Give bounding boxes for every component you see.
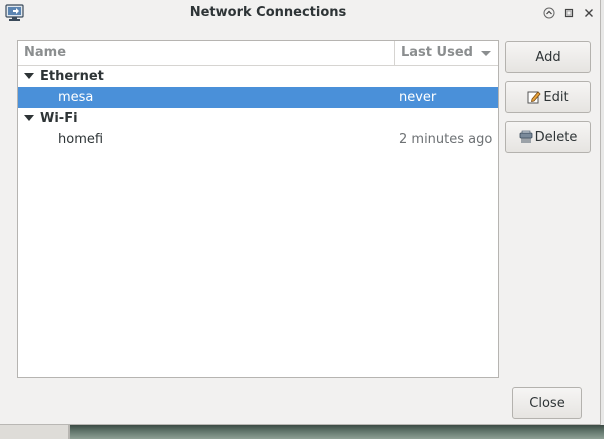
connection-row-mesa[interactable]: mesa never bbox=[18, 87, 498, 108]
close-button[interactable]: Close bbox=[512, 387, 582, 419]
edit-button-label: Edit bbox=[543, 89, 569, 105]
sort-descending-icon bbox=[481, 51, 491, 56]
connection-row-homefi[interactable]: homefi 2 minutes ago bbox=[18, 129, 498, 150]
add-button[interactable]: Add bbox=[505, 41, 591, 73]
column-header-name[interactable]: Name bbox=[18, 41, 395, 66]
expander-icon[interactable] bbox=[24, 73, 34, 79]
column-header-last-used[interactable]: Last Used bbox=[395, 41, 498, 66]
close-icon[interactable] bbox=[580, 4, 598, 22]
edit-button[interactable]: Edit bbox=[505, 81, 591, 113]
delete-button[interactable]: Delete bbox=[505, 121, 591, 153]
column-header-last-used-label: Last Used bbox=[401, 45, 473, 60]
expander-icon[interactable] bbox=[24, 115, 34, 121]
title-bar[interactable]: Network Connections bbox=[0, 0, 600, 27]
close-button-label: Close bbox=[529, 395, 565, 411]
connection-last-used: never bbox=[399, 90, 437, 105]
connections-tree[interactable]: Name Last Used Ethernet mesa never Wi-Fi… bbox=[17, 40, 499, 378]
group-label: Wi-Fi bbox=[40, 111, 78, 126]
group-label: Ethernet bbox=[40, 69, 104, 84]
delete-icon bbox=[519, 130, 533, 144]
connection-name: mesa bbox=[58, 90, 94, 105]
edit-icon bbox=[527, 90, 541, 104]
delete-button-label: Delete bbox=[534, 129, 578, 145]
group-row-ethernet[interactable]: Ethernet bbox=[18, 66, 498, 87]
window-controls bbox=[532, 0, 600, 26]
restore-icon[interactable] bbox=[560, 4, 578, 22]
window-title: Network Connections bbox=[189, 5, 347, 20]
network-connections-window: Network Connections Name Last Used Ether… bbox=[0, 0, 601, 425]
connection-name: homefi bbox=[58, 132, 104, 147]
connection-last-used: 2 minutes ago bbox=[399, 132, 493, 147]
group-row-wifi[interactable]: Wi-Fi bbox=[18, 108, 498, 129]
add-button-label: Add bbox=[535, 49, 561, 65]
column-header-name-label: Name bbox=[24, 45, 67, 60]
desktop-background bbox=[0, 425, 604, 439]
desktop-wallpaper bbox=[70, 425, 604, 439]
up-icon[interactable] bbox=[540, 4, 558, 22]
